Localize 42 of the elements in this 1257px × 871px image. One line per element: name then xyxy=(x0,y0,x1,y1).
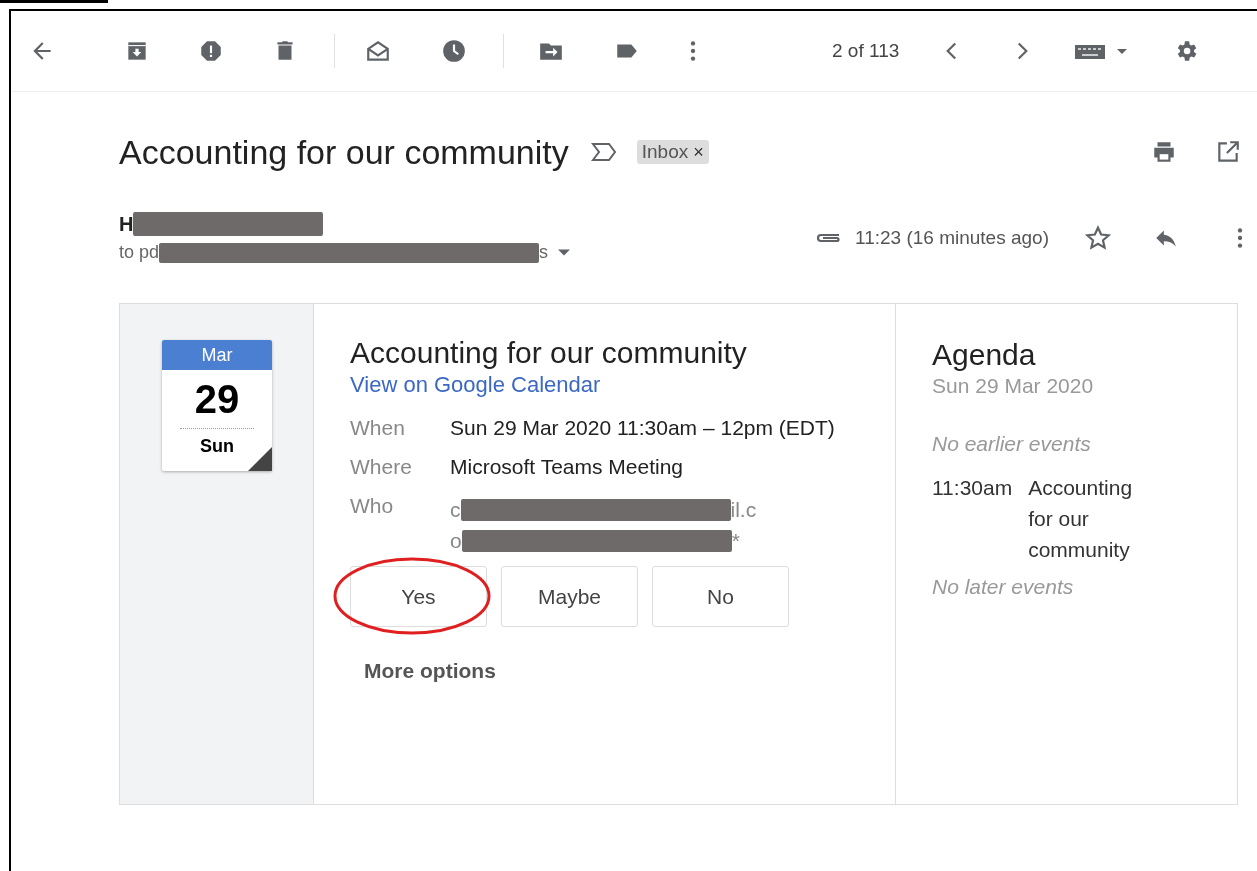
guest-text-end: il.c xyxy=(730,497,757,522)
detail-label: Who xyxy=(350,494,395,519)
spam-icon[interactable] xyxy=(198,38,224,64)
detail-value: Microsoft Teams Meeting xyxy=(450,454,685,480)
guest-text-end: * xyxy=(731,528,740,553)
email-subject: Accounting for our community xyxy=(119,132,569,172)
date-month: Mar xyxy=(162,340,272,370)
no-earlier-events: No earlier events xyxy=(932,432,1092,456)
agenda-date: Sun 29 Mar 2020 xyxy=(932,374,1095,398)
print-icon[interactable] xyxy=(1151,139,1177,165)
remove-label-button[interactable]: × xyxy=(693,141,704,163)
agenda-event-title: Accounting for our community xyxy=(1028,475,1134,563)
rsvp-button[interactable]: Yes xyxy=(350,566,487,627)
detail-label: Where xyxy=(350,455,413,480)
sender-name: H xyxy=(119,212,134,236)
detail-label: When xyxy=(350,416,406,441)
agenda-title: Agenda xyxy=(932,338,1037,372)
date-day: 29 xyxy=(180,370,254,429)
event-title: Accounting for our community xyxy=(350,336,748,370)
recipients-start: to pd xyxy=(119,242,160,263)
no-later-events: No later events xyxy=(932,575,1075,599)
message-time: 11:23 (16 minutes ago) xyxy=(855,226,1049,249)
date-weekday: Sun xyxy=(200,435,234,458)
more-vertical-icon[interactable] xyxy=(688,38,698,64)
rsvp-button[interactable]: No xyxy=(652,566,789,627)
event-time: 11:30am xyxy=(932,475,1013,501)
mark-unread-icon[interactable] xyxy=(365,38,391,64)
open-in-new-window-icon[interactable] xyxy=(1215,139,1241,165)
pager-count: 2 of 113 xyxy=(832,40,900,62)
guest-text-start: o xyxy=(450,528,462,553)
dropdown-caret-icon[interactable] xyxy=(558,248,571,257)
more-options-link[interactable]: More options xyxy=(364,659,496,683)
clock-icon[interactable] xyxy=(441,38,467,64)
recipients-end: s xyxy=(539,242,549,263)
detail-value: Sun 29 Mar 2020 11:30am – 12pm (EDT) xyxy=(450,415,835,441)
label-text: Inbox xyxy=(641,141,689,163)
importance-marker-icon[interactable] xyxy=(590,142,617,162)
guest-text-start: c xyxy=(450,497,461,522)
page-curl-icon xyxy=(248,447,272,471)
rsvp-button[interactable]: Maybe xyxy=(501,566,638,627)
calendar-link[interactable]: View on Google Calendar xyxy=(350,372,601,398)
star-icon[interactable] xyxy=(1085,224,1111,251)
